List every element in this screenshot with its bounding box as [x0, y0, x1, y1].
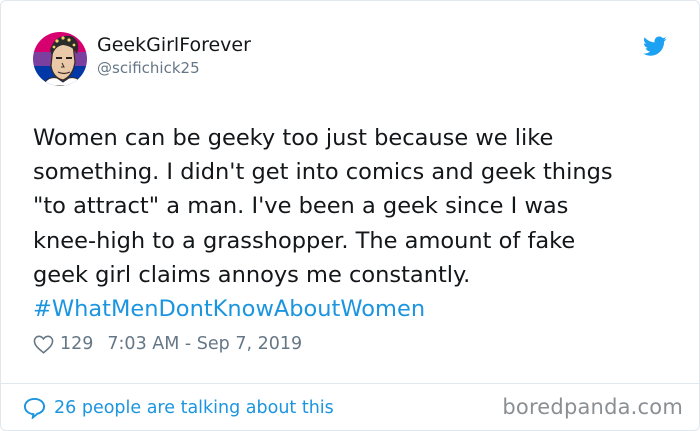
- twitter-bird-icon[interactable]: [643, 36, 667, 57]
- tweet-meta: 129 7:03 AM - Sep 7, 2019: [33, 331, 302, 357]
- tweet-text-line: geek girl claims annoys me constantly.: [33, 261, 471, 288]
- heart-icon[interactable]: [33, 335, 54, 354]
- avatar[interactable]: [33, 32, 87, 86]
- like-count[interactable]: 129: [60, 334, 93, 354]
- watermark: boredpanda.com: [502, 395, 683, 419]
- tweet-card: GeekGirlForever @scifichick25 Women can …: [0, 0, 700, 431]
- avatar-illustration: [33, 32, 87, 86]
- display-name[interactable]: GeekGirlForever: [97, 34, 251, 56]
- tweet-text: Women can be geeky too just because we l…: [33, 121, 673, 326]
- tweet-text-line: knee-high to a grasshopper. The amount o…: [33, 227, 576, 254]
- tweet-timestamp[interactable]: 7:03 AM - Sep 7, 2019: [107, 334, 302, 354]
- divider: [1, 383, 700, 384]
- tweet-text-line: something. I didn't get into comics and …: [33, 159, 613, 186]
- user-handle[interactable]: @scifichick25: [97, 59, 200, 77]
- tweet-text-line: "to attract" a man. I've been a geek sin…: [33, 193, 569, 220]
- tweet-text-line: Women can be geeky too just because we l…: [33, 125, 554, 151]
- hashtag-link[interactable]: #WhatMenDontKnowAboutWomen: [33, 292, 673, 326]
- speech-bubble-icon: [23, 397, 46, 419]
- conversation-link[interactable]: 26 people are talking about this: [23, 395, 334, 421]
- conversation-text: 26 people are talking about this: [54, 398, 334, 418]
